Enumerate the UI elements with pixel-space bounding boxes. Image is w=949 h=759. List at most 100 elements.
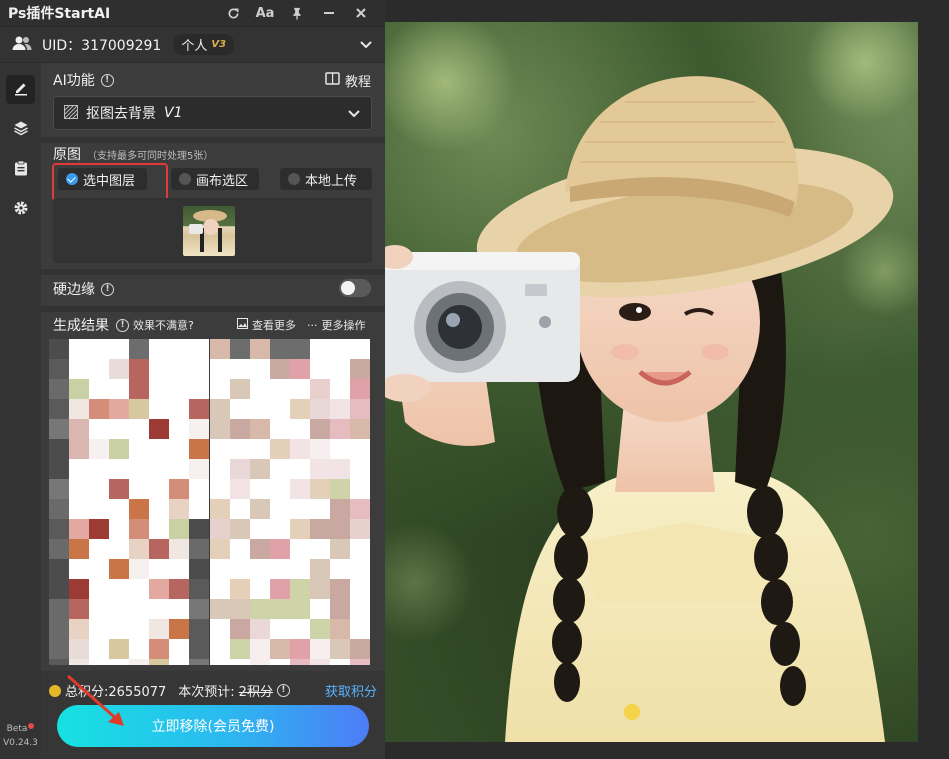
mosaic-tile [210, 539, 230, 559]
ai-feature-info-icon[interactable]: ! [100, 73, 114, 87]
mosaic-tile [270, 479, 290, 499]
mosaic-tile [89, 499, 109, 519]
sidebar-clipboard-button[interactable] [6, 155, 35, 184]
expand-user-chevron-icon[interactable] [359, 35, 373, 54]
mosaic-tile [270, 579, 290, 599]
result-image-1[interactable] [49, 339, 209, 665]
mosaic-tile [290, 559, 310, 579]
mosaic-tile [270, 539, 290, 559]
mosaic-tile [69, 419, 89, 439]
mosaic-tile [149, 519, 169, 539]
mosaic-tile [149, 579, 169, 599]
layers-icon [13, 120, 29, 140]
hard-edge-heading: 硬边缘 ! [53, 279, 114, 299]
section-divider [41, 137, 385, 143]
mosaic-tile [49, 599, 69, 619]
mosaic-tile [270, 459, 290, 479]
mosaic-tile [69, 479, 89, 499]
mosaic-tile [350, 639, 370, 659]
mosaic-tile [310, 359, 330, 379]
ai-feature-label: AI功能 [53, 73, 95, 89]
mosaic-tile [230, 339, 250, 359]
mosaic-tile [69, 599, 89, 619]
refresh-icon[interactable] [217, 6, 249, 21]
mosaic-tile [189, 659, 209, 665]
points-info-icon[interactable]: ! [276, 684, 290, 697]
mosaic-tile [350, 599, 370, 619]
mosaic-tile [250, 399, 270, 419]
mosaic-tile [189, 399, 209, 419]
mosaic-tile [109, 619, 129, 639]
app-title: Ps插件StartAI [8, 6, 111, 22]
tutorial-link[interactable]: 教程 [325, 71, 371, 90]
mosaic-tile [149, 359, 169, 379]
mosaic-tile [189, 479, 209, 499]
option-local-upload[interactable]: 本地上传 [280, 168, 372, 190]
sidebar-settings-button[interactable] [6, 195, 35, 224]
hard-edge-info-icon[interactable]: ! [101, 282, 114, 296]
mosaic-tile [169, 479, 189, 499]
close-icon[interactable] [345, 6, 377, 21]
feature-version: V1 [164, 105, 183, 121]
mosaic-tile [169, 519, 189, 539]
mosaic-tile [310, 499, 330, 519]
mosaic-tile [290, 599, 310, 619]
mosaic-tile [49, 499, 69, 519]
mosaic-tile [169, 359, 189, 379]
version-label: V0.24.3 [3, 738, 38, 748]
font-size-icon[interactable]: Aa [249, 6, 281, 21]
mosaic-tile [129, 459, 149, 479]
mosaic-tile [350, 439, 370, 459]
plugin-panel: Ps插件StartAI Aa UID：317009291 个人 V3 Beta … [0, 0, 385, 759]
mosaic-tile [270, 619, 290, 639]
mosaic-tile [250, 419, 270, 439]
more-actions-link[interactable]: ··· 更多操作 [307, 317, 366, 333]
feedback-info-icon: ! [116, 318, 129, 332]
mosaic-tile [149, 339, 169, 359]
canvas-photo[interactable] [385, 22, 918, 742]
mosaic-tile [129, 379, 149, 399]
mosaic-tile [230, 519, 250, 539]
mosaic-tile [330, 459, 350, 479]
mosaic-tile [169, 599, 189, 619]
mosaic-tile [230, 359, 250, 379]
mosaic-tile [270, 499, 290, 519]
get-points-link[interactable]: 获取积分 [325, 681, 377, 700]
mosaic-tile [290, 639, 310, 659]
mosaic-tile [290, 399, 310, 419]
mosaic-tile [189, 359, 209, 379]
feature-select[interactable]: 抠图去背景 V1 [53, 96, 372, 130]
mosaic-tile [290, 659, 310, 665]
mosaic-tile [69, 439, 89, 459]
mosaic-tile [310, 479, 330, 499]
mosaic-tile [350, 399, 370, 419]
mosaic-tile [230, 639, 250, 659]
mosaic-tile [290, 499, 310, 519]
minimize-icon[interactable] [313, 6, 345, 21]
view-more-link[interactable]: 查看更多 [237, 317, 296, 333]
mosaic-tile [350, 379, 370, 399]
mosaic-tile [310, 559, 330, 579]
result-image-2[interactable] [210, 339, 370, 665]
main-content: AI功能 ! 教程 抠图去背景 V1 原图 （支持最多可同时处理5张） 选中图层… [41, 63, 385, 759]
sidebar-layers-button[interactable] [6, 115, 35, 144]
hard-edge-toggle[interactable] [339, 279, 371, 297]
mosaic-tile [210, 399, 230, 419]
mosaic-tile [189, 619, 209, 639]
beta-text: Beta [6, 724, 28, 734]
pin-icon[interactable] [281, 6, 313, 21]
source-thumbnail[interactable] [183, 206, 235, 256]
mosaic-tile [69, 519, 89, 539]
option-canvas-selection[interactable]: 画布选区 [171, 168, 259, 190]
feedback-link[interactable]: ! 效果不满意? [116, 317, 194, 333]
mosaic-tile [109, 379, 129, 399]
mosaic-tile [330, 379, 350, 399]
radio-unchecked-icon [179, 173, 191, 185]
mosaic-tile [49, 379, 69, 399]
mosaic-tile [250, 599, 270, 619]
mosaic-tile [89, 479, 109, 499]
source-note: （支持最多可同时处理5张） [87, 150, 214, 162]
sidebar-edit-button[interactable] [6, 75, 35, 104]
mosaic-tile [129, 619, 149, 639]
mosaic-tile [310, 599, 330, 619]
